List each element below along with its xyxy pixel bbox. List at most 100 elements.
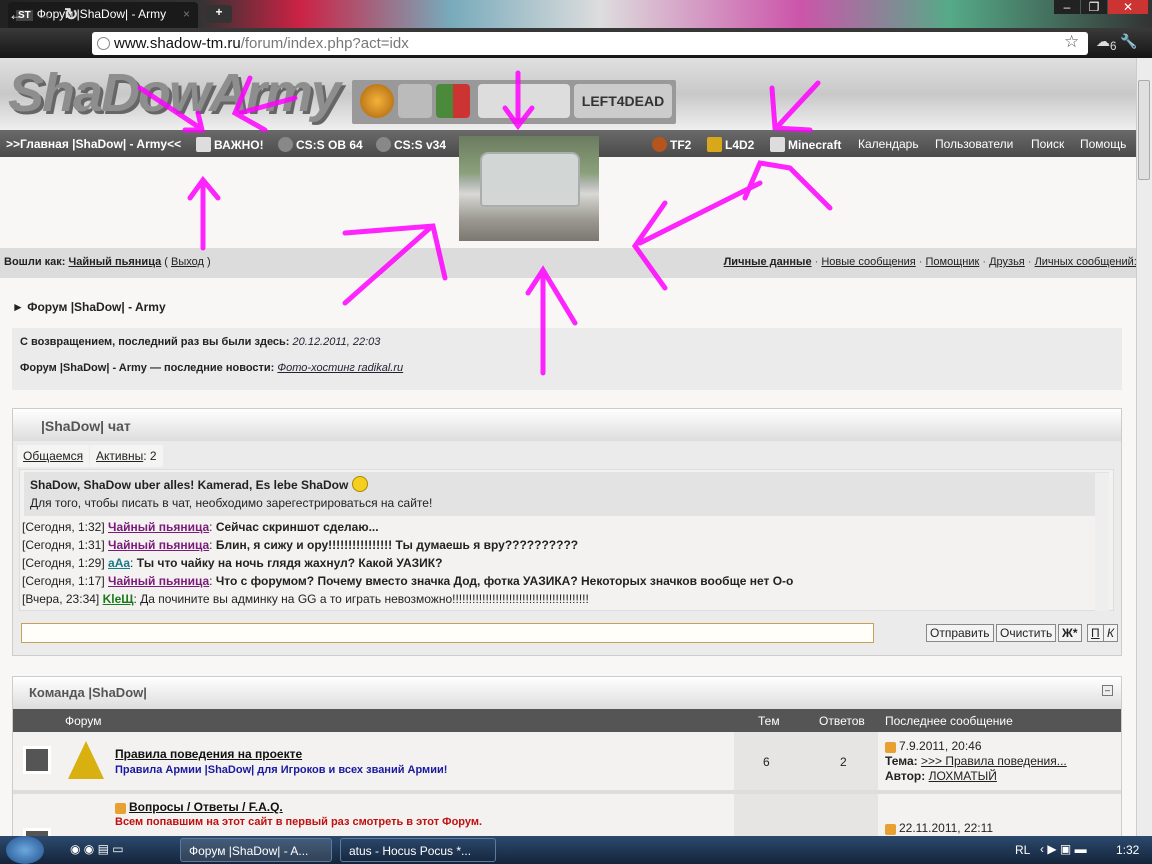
- nav-css-v34[interactable]: CS:S v34: [376, 137, 446, 152]
- breadcrumb-item[interactable]: Форум |ShaDow| - Army: [27, 300, 165, 314]
- css-icon: [278, 137, 293, 152]
- chat-scrollbar[interactable]: [1095, 473, 1109, 611]
- message-time: [Сегодня, 1:29]: [22, 556, 105, 570]
- message-time: [Сегодня, 1:17]: [22, 574, 105, 588]
- nav-search[interactable]: Поиск: [1031, 137, 1064, 151]
- close-window-icon[interactable]: ✕: [1108, 0, 1148, 14]
- message-user[interactable]: Чайный пьяница: [108, 574, 209, 588]
- nav-l4d2[interactable]: L4D2: [707, 137, 754, 152]
- message-text: Блин, я сижу и ору!!!!!!!!!!!!!!!! Ты ду…: [215, 538, 579, 552]
- active-count: : 2: [143, 449, 157, 463]
- nav-css-ob64[interactable]: CS:S OB 64: [278, 137, 363, 152]
- logged-in-label: Вошли как:: [4, 256, 66, 268]
- maximize-icon[interactable]: ❐: [1081, 0, 1107, 14]
- chat-input[interactable]: [21, 623, 874, 643]
- taskbar-window-hocus[interactable]: atus - Hocus Pocus *...: [340, 838, 496, 862]
- forum-link[interactable]: Правила поведения на проекте: [115, 747, 302, 761]
- italic-button[interactable]: К: [1103, 624, 1119, 642]
- nav-calendar[interactable]: Календарь: [858, 137, 919, 151]
- nav-tf2[interactable]: TF2: [652, 137, 691, 152]
- chat-message: [Вчера, 23:34] KleЩ: Да почините вы адми…: [22, 592, 589, 606]
- tab-label: Активны: [96, 449, 144, 463]
- clock[interactable]: 1:32: [1116, 843, 1139, 857]
- underline-button[interactable]: П: [1087, 624, 1104, 642]
- broken-image-icon: [770, 137, 785, 152]
- scrollbar-thumb[interactable]: [1138, 80, 1150, 180]
- clear-button[interactable]: Очистить: [996, 624, 1057, 642]
- collapse-icon[interactable]: –: [1102, 685, 1113, 696]
- wrench-icon[interactable]: 🔧: [1120, 33, 1137, 49]
- last-post-date: 7.9.2011, 20:46: [899, 739, 982, 753]
- left4dead-icon[interactable]: LEFT4DEAD: [574, 84, 672, 118]
- last-visit-label: С возвращением, последний раз вы были зд…: [20, 336, 290, 348]
- new-tab-button[interactable]: +: [206, 5, 232, 23]
- tf2-icon: [652, 137, 667, 152]
- nav-help[interactable]: Помощь: [1080, 137, 1126, 151]
- friends-link[interactable]: Друзья: [989, 256, 1025, 268]
- forum-link[interactable]: Вопросы / Ответы / F.A.Q.: [115, 800, 283, 814]
- nav-home[interactable]: >>Главная |ShaDow| - Army<<: [6, 137, 181, 151]
- tab-label: Общаемся: [23, 449, 84, 463]
- bold-button[interactable]: Ж*: [1058, 624, 1082, 642]
- news-link[interactable]: Фото-хостинг radikal.ru: [277, 362, 403, 374]
- send-button[interactable]: Отправить: [926, 624, 994, 642]
- message-user[interactable]: Чайный пьяница: [108, 520, 209, 534]
- last-topic-link[interactable]: >>> Правила поведения...: [921, 754, 1067, 768]
- nav-label: CS:S OB 64: [296, 138, 363, 152]
- bookmark-star-icon[interactable]: ☆: [1064, 32, 1079, 52]
- half-life-2-icon[interactable]: [360, 84, 394, 118]
- nav-minecraft[interactable]: Minecraft: [770, 137, 841, 152]
- language-indicator[interactable]: RL: [1015, 843, 1030, 857]
- author-link[interactable]: ЛОХМАТЫЙ: [929, 769, 997, 783]
- broken-image-icon: [196, 137, 211, 152]
- new-posts-link[interactable]: Новые сообщения: [821, 256, 915, 268]
- logout-link[interactable]: Выход: [171, 256, 204, 268]
- profile-link[interactable]: Личные данные: [724, 256, 812, 268]
- tab-title: Форум |ShaDow| - Army: [36, 7, 167, 21]
- reload-icon[interactable]: ↻: [64, 5, 78, 25]
- css-icon: [376, 137, 391, 152]
- counter-strike-icon[interactable]: [398, 84, 432, 118]
- site-logo[interactable]: ShaDowArmy: [8, 62, 341, 124]
- last-post-icon[interactable]: [885, 742, 896, 753]
- message-text: Да почините вы админку на GG а то играть…: [140, 592, 589, 606]
- nav-label: Minecraft: [788, 138, 842, 152]
- last-post-icon[interactable]: [885, 824, 896, 835]
- start-button[interactable]: [6, 836, 44, 864]
- taskbar-window-browser[interactable]: Форум |ShaDow| - A...: [180, 838, 332, 862]
- extension-icon[interactable]: ☁6 🔧: [1096, 33, 1138, 53]
- chat-motd: ShaDow, ShaDow uber alles! Kamerad, Es l…: [24, 472, 1109, 516]
- chat-message: [Сегодня, 1:17] Чайный пьяница: Что с фо…: [22, 574, 794, 588]
- address-bar[interactable]: www.shadow-tm.ru/forum/index.php?act=idx: [92, 32, 1088, 55]
- messages-link[interactable]: Личных сообщений: 0: [1035, 256, 1146, 268]
- username-link[interactable]: Чайный пьяница: [69, 256, 162, 268]
- message-user[interactable]: Чайный пьяница: [108, 538, 209, 552]
- nav-important[interactable]: ВАЖНО!: [196, 137, 264, 152]
- topic-count: 6: [763, 755, 770, 769]
- close-tab-icon[interactable]: ×: [183, 7, 190, 21]
- back-icon[interactable]: ←: [8, 5, 25, 25]
- san-andreas-icon[interactable]: [478, 84, 570, 118]
- l4d2-icon: [707, 137, 722, 152]
- tab-chat[interactable]: Общаемся: [17, 445, 90, 467]
- message-time: [Сегодня, 1:32]: [22, 520, 105, 534]
- message-user[interactable]: KleЩ: [103, 592, 134, 606]
- window-label: Форум |ShaDow| - A...: [189, 844, 309, 858]
- quicklaunch-icons[interactable]: ◉ ◉ ▤ ▭: [70, 842, 124, 856]
- tray-icons[interactable]: ‹ ▶ ▣ ▬: [1040, 842, 1087, 856]
- minimize-icon[interactable]: –: [1054, 0, 1080, 14]
- last-post-date: 22.11.2011, 22:11: [899, 821, 994, 835]
- forward-icon[interactable]: →: [36, 5, 53, 25]
- forum-status-icon: [23, 746, 51, 774]
- col-forum: Форум: [65, 714, 102, 728]
- message-text: Сейчас скриншот сделаю...: [215, 520, 379, 534]
- reply-count: 2: [840, 755, 847, 769]
- nav-users[interactable]: Пользователи: [935, 137, 1013, 151]
- day-of-defeat-icon[interactable]: [436, 84, 470, 118]
- assistant-link[interactable]: Помощник: [926, 256, 980, 268]
- nav-label: ВАЖНО!: [214, 138, 264, 152]
- tab-active[interactable]: Активны: 2: [90, 445, 163, 467]
- message-user[interactable]: aAa: [108, 556, 130, 570]
- col-last-post: Последнее сообщение: [885, 714, 1013, 728]
- category-team: Команда |ShaDow| – Форум Тем Ответов Пос…: [12, 676, 1122, 856]
